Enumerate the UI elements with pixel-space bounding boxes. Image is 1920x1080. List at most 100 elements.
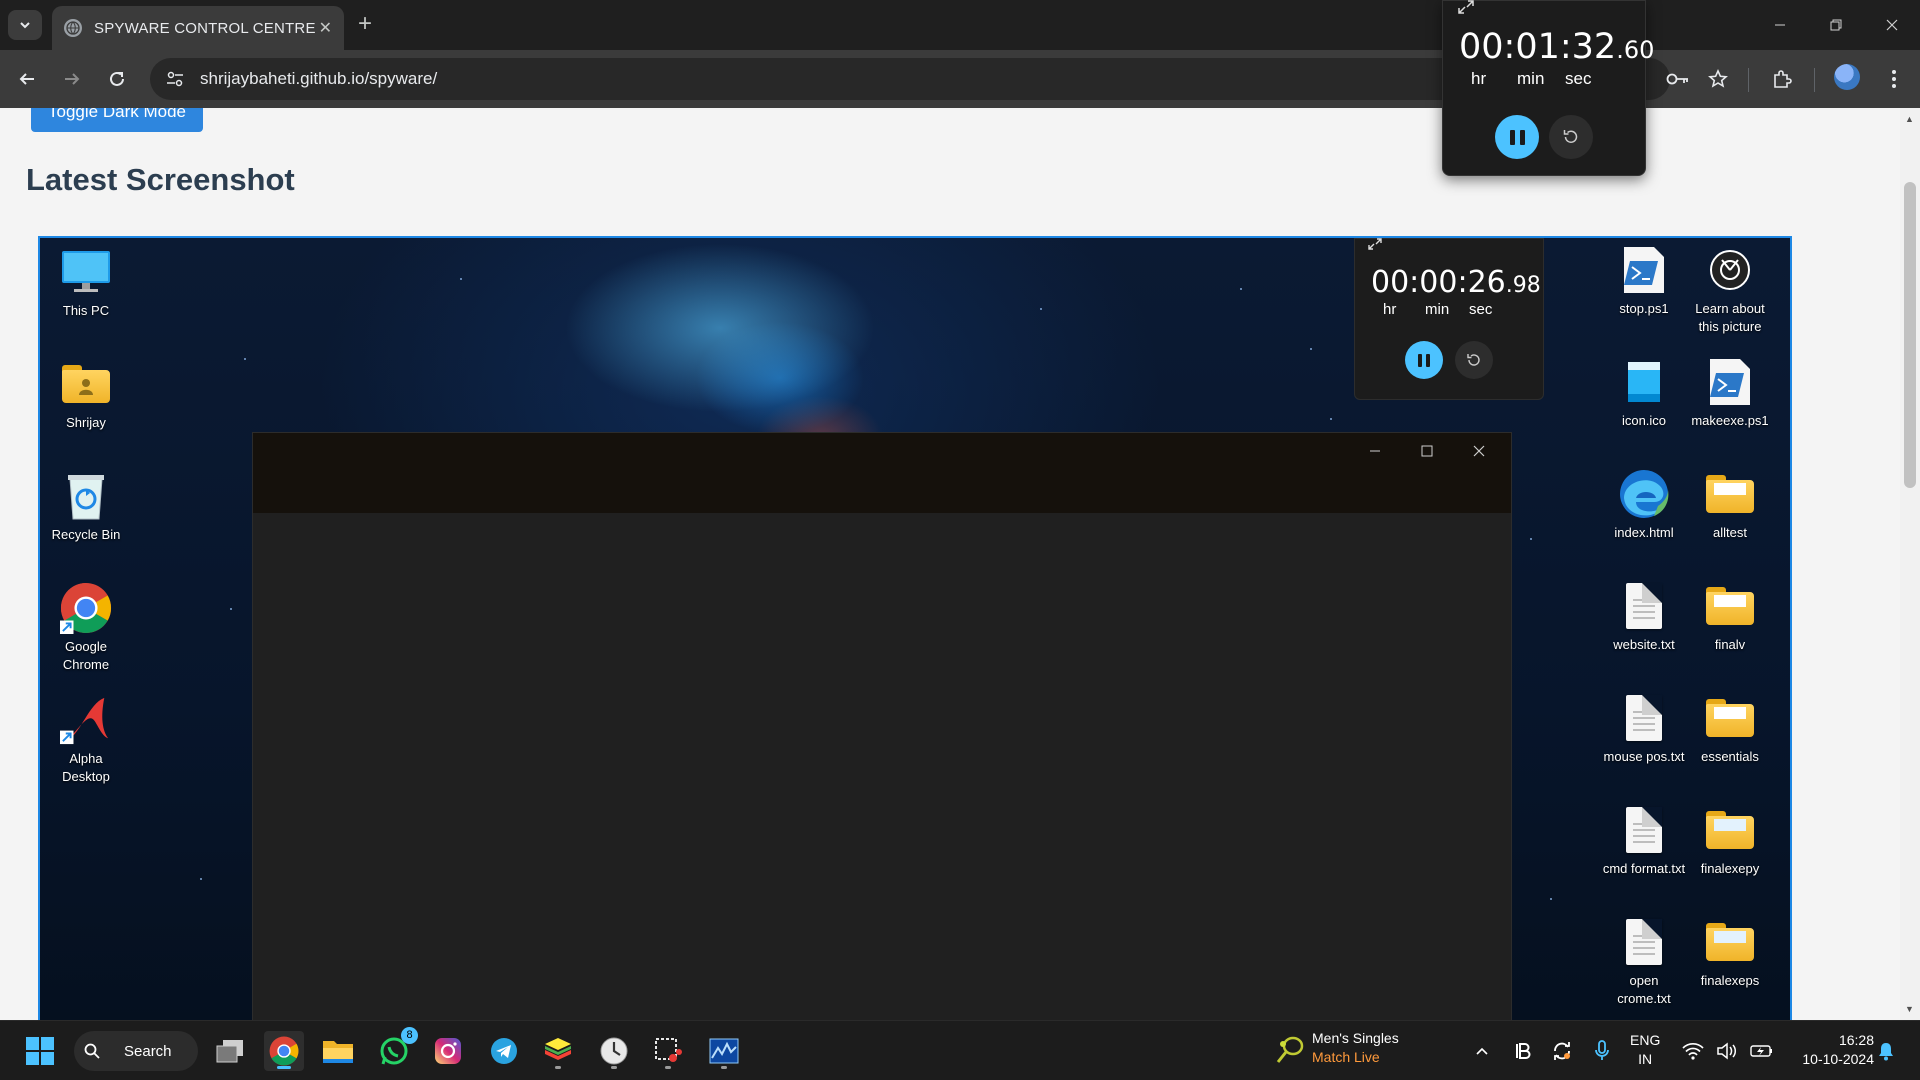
desktop-icon-this-pc[interactable]: This PC xyxy=(44,246,128,320)
app-minimize-button[interactable] xyxy=(1351,439,1399,463)
tab-close-icon[interactable]: ✕ xyxy=(319,18,332,38)
desktop-icon-learn-about-picture[interactable]: Learn about this picture xyxy=(1688,244,1772,336)
section-title: Latest Screenshot xyxy=(26,162,295,197)
desktop-icon-finalexepy[interactable]: finalexepy xyxy=(1688,804,1772,878)
desktop-icon-mouse-pos-txt[interactable]: mouse pos.txt xyxy=(1602,692,1686,766)
pause-button[interactable] xyxy=(1495,115,1539,159)
stopwatch-hms: 00:01:32 xyxy=(1459,27,1617,67)
desktop-icon-label: finalv xyxy=(1714,637,1746,652)
text-file-icon xyxy=(1618,804,1670,856)
new-tab-button[interactable]: + xyxy=(352,12,378,38)
desktop-icon-shrijay[interactable]: Shrijay xyxy=(44,358,128,432)
desktop-icon-finalexeps[interactable]: finalexeps xyxy=(1688,916,1772,990)
back-button[interactable] xyxy=(14,66,40,92)
desktop-icon-open-crome-txt[interactable]: open crome.txt xyxy=(1602,916,1686,1008)
menu-kebab-icon[interactable] xyxy=(1880,66,1908,92)
desktop-icon-makeexe-ps1[interactable]: makeexe.ps1 xyxy=(1688,356,1772,430)
quick-settings-button[interactable] xyxy=(1676,1031,1780,1071)
minimize-button[interactable] xyxy=(1752,0,1808,50)
desktop-icon-label: website.txt xyxy=(1613,637,1675,652)
desktop-icon-recycle-bin[interactable]: Recycle Bin xyxy=(44,470,128,544)
powershell-icon xyxy=(1704,356,1756,408)
monitor-icon xyxy=(60,246,112,298)
search-icon xyxy=(84,1043,100,1059)
desktop-icon-stop-ps1[interactable]: stop.ps1 xyxy=(1602,244,1686,318)
desktop-icon-alpha-desktop[interactable]: Alpha Desktop xyxy=(44,694,128,786)
profile-avatar[interactable] xyxy=(1834,64,1860,90)
running-indicator xyxy=(555,1066,561,1069)
desktop-icon-cmd-format-txt[interactable]: cmd format.txt xyxy=(1602,804,1686,878)
desktop-icon-essentials[interactable]: essentials xyxy=(1688,692,1772,766)
stopwatch-centis: .60 xyxy=(1616,36,1655,64)
star xyxy=(1530,538,1532,540)
site-info-icon[interactable] xyxy=(164,68,186,90)
desktop-icon-label: makeexe.ps1 xyxy=(1691,413,1769,428)
star xyxy=(1550,898,1552,900)
unit-min: min xyxy=(1425,301,1450,318)
bluestacks-icon xyxy=(545,1038,571,1060)
show-hidden-icons-button[interactable] xyxy=(1462,1031,1502,1071)
taskbar-whatsapp[interactable]: 8 xyxy=(374,1027,418,1071)
desktop-icon-label: Learn about this picture xyxy=(1695,301,1765,334)
tab-search-button[interactable] xyxy=(8,10,42,40)
url-text: shrijaybaheti.github.io/spyware/ xyxy=(200,69,438,88)
tray-sync-icon[interactable] xyxy=(1542,1031,1582,1071)
tray-bold-b-icon[interactable] xyxy=(1504,1031,1544,1071)
app-maximize-button[interactable] xyxy=(1403,439,1451,463)
notification-bell-icon[interactable] xyxy=(1872,1031,1900,1071)
desktop-icon-index-html[interactable]: index.html xyxy=(1602,468,1686,542)
desktop-icon-website-txt[interactable]: website.txt xyxy=(1602,580,1686,654)
star xyxy=(244,358,246,360)
reload-button[interactable] xyxy=(104,66,130,92)
globe-icon xyxy=(64,19,82,37)
close-window-button[interactable] xyxy=(1864,0,1920,50)
taskbar-bluestacks[interactable] xyxy=(538,1031,578,1071)
stopwatch-centis: .98 xyxy=(1505,273,1541,298)
unit-hr: hr xyxy=(1383,301,1397,318)
taskbar-snipping-tool[interactable] xyxy=(648,1031,688,1071)
file-explorer-icon xyxy=(323,1041,353,1063)
taskbar-file-explorer[interactable] xyxy=(318,1031,358,1071)
reset-button[interactable] xyxy=(1455,341,1493,379)
task-manager-icon xyxy=(709,1038,739,1064)
widget-text[interactable]: Men's Singles Match Live xyxy=(1312,1029,1399,1067)
extensions-puzzle-icon[interactable] xyxy=(1768,66,1796,92)
forward-button[interactable] xyxy=(59,66,85,92)
pause-button[interactable] xyxy=(1405,341,1443,379)
scrollbar-thumb[interactable] xyxy=(1904,182,1916,488)
reset-icon xyxy=(1467,354,1480,366)
stopwatch-units: hr min sec xyxy=(1383,301,1492,318)
taskbar-chrome[interactable] xyxy=(264,1031,304,1071)
start-button[interactable] xyxy=(20,1031,60,1071)
reset-button[interactable] xyxy=(1549,115,1593,159)
desktop-icon-alltest[interactable]: alltest xyxy=(1688,468,1772,542)
password-key-icon[interactable] xyxy=(1664,66,1692,92)
taskbar-search[interactable]: Search xyxy=(74,1031,198,1071)
tray-microphone-icon[interactable] xyxy=(1582,1031,1622,1071)
taskbar-telegram[interactable] xyxy=(484,1031,524,1071)
browser-tab[interactable]: SPYWARE CONTROL CENTRE ✕ xyxy=(52,6,344,50)
user-folder-icon xyxy=(60,358,112,410)
desktop-icon-icon-ico[interactable]: icon.ico xyxy=(1602,356,1686,430)
page-scrollbar[interactable]: ▲ ▼ xyxy=(1900,108,1920,1020)
desktop-icon-finalv[interactable]: finalv xyxy=(1688,580,1772,654)
taskbar-instagram[interactable] xyxy=(428,1031,468,1071)
desktop-icon-google-chrome[interactable]: Google Chrome xyxy=(44,582,128,674)
language-indicator[interactable]: ENG IN xyxy=(1630,1031,1660,1069)
clock[interactable]: 16:28 10-10-2024 xyxy=(1782,1031,1882,1069)
folder-icon xyxy=(1704,692,1756,744)
bookmark-star-icon[interactable] xyxy=(1704,66,1732,92)
tennis-widget-icon[interactable] xyxy=(1270,1031,1310,1071)
app-close-button[interactable] xyxy=(1455,439,1503,463)
text-file-icon xyxy=(1618,916,1670,968)
task-view-button[interactable] xyxy=(210,1031,250,1071)
restore-button[interactable] xyxy=(1808,0,1864,50)
scroll-down-arrow-icon[interactable]: ▼ xyxy=(1905,1004,1914,1014)
scroll-up-arrow-icon[interactable]: ▲ xyxy=(1905,114,1914,124)
expand-icon[interactable] xyxy=(1457,0,1475,15)
toggle-dark-mode-button[interactable]: Toggle Dark Mode xyxy=(31,108,203,132)
reset-icon xyxy=(1563,130,1578,143)
star xyxy=(1040,308,1042,310)
taskbar-stopwatch-app[interactable] xyxy=(594,1031,634,1071)
taskbar-task-manager[interactable] xyxy=(704,1031,744,1071)
